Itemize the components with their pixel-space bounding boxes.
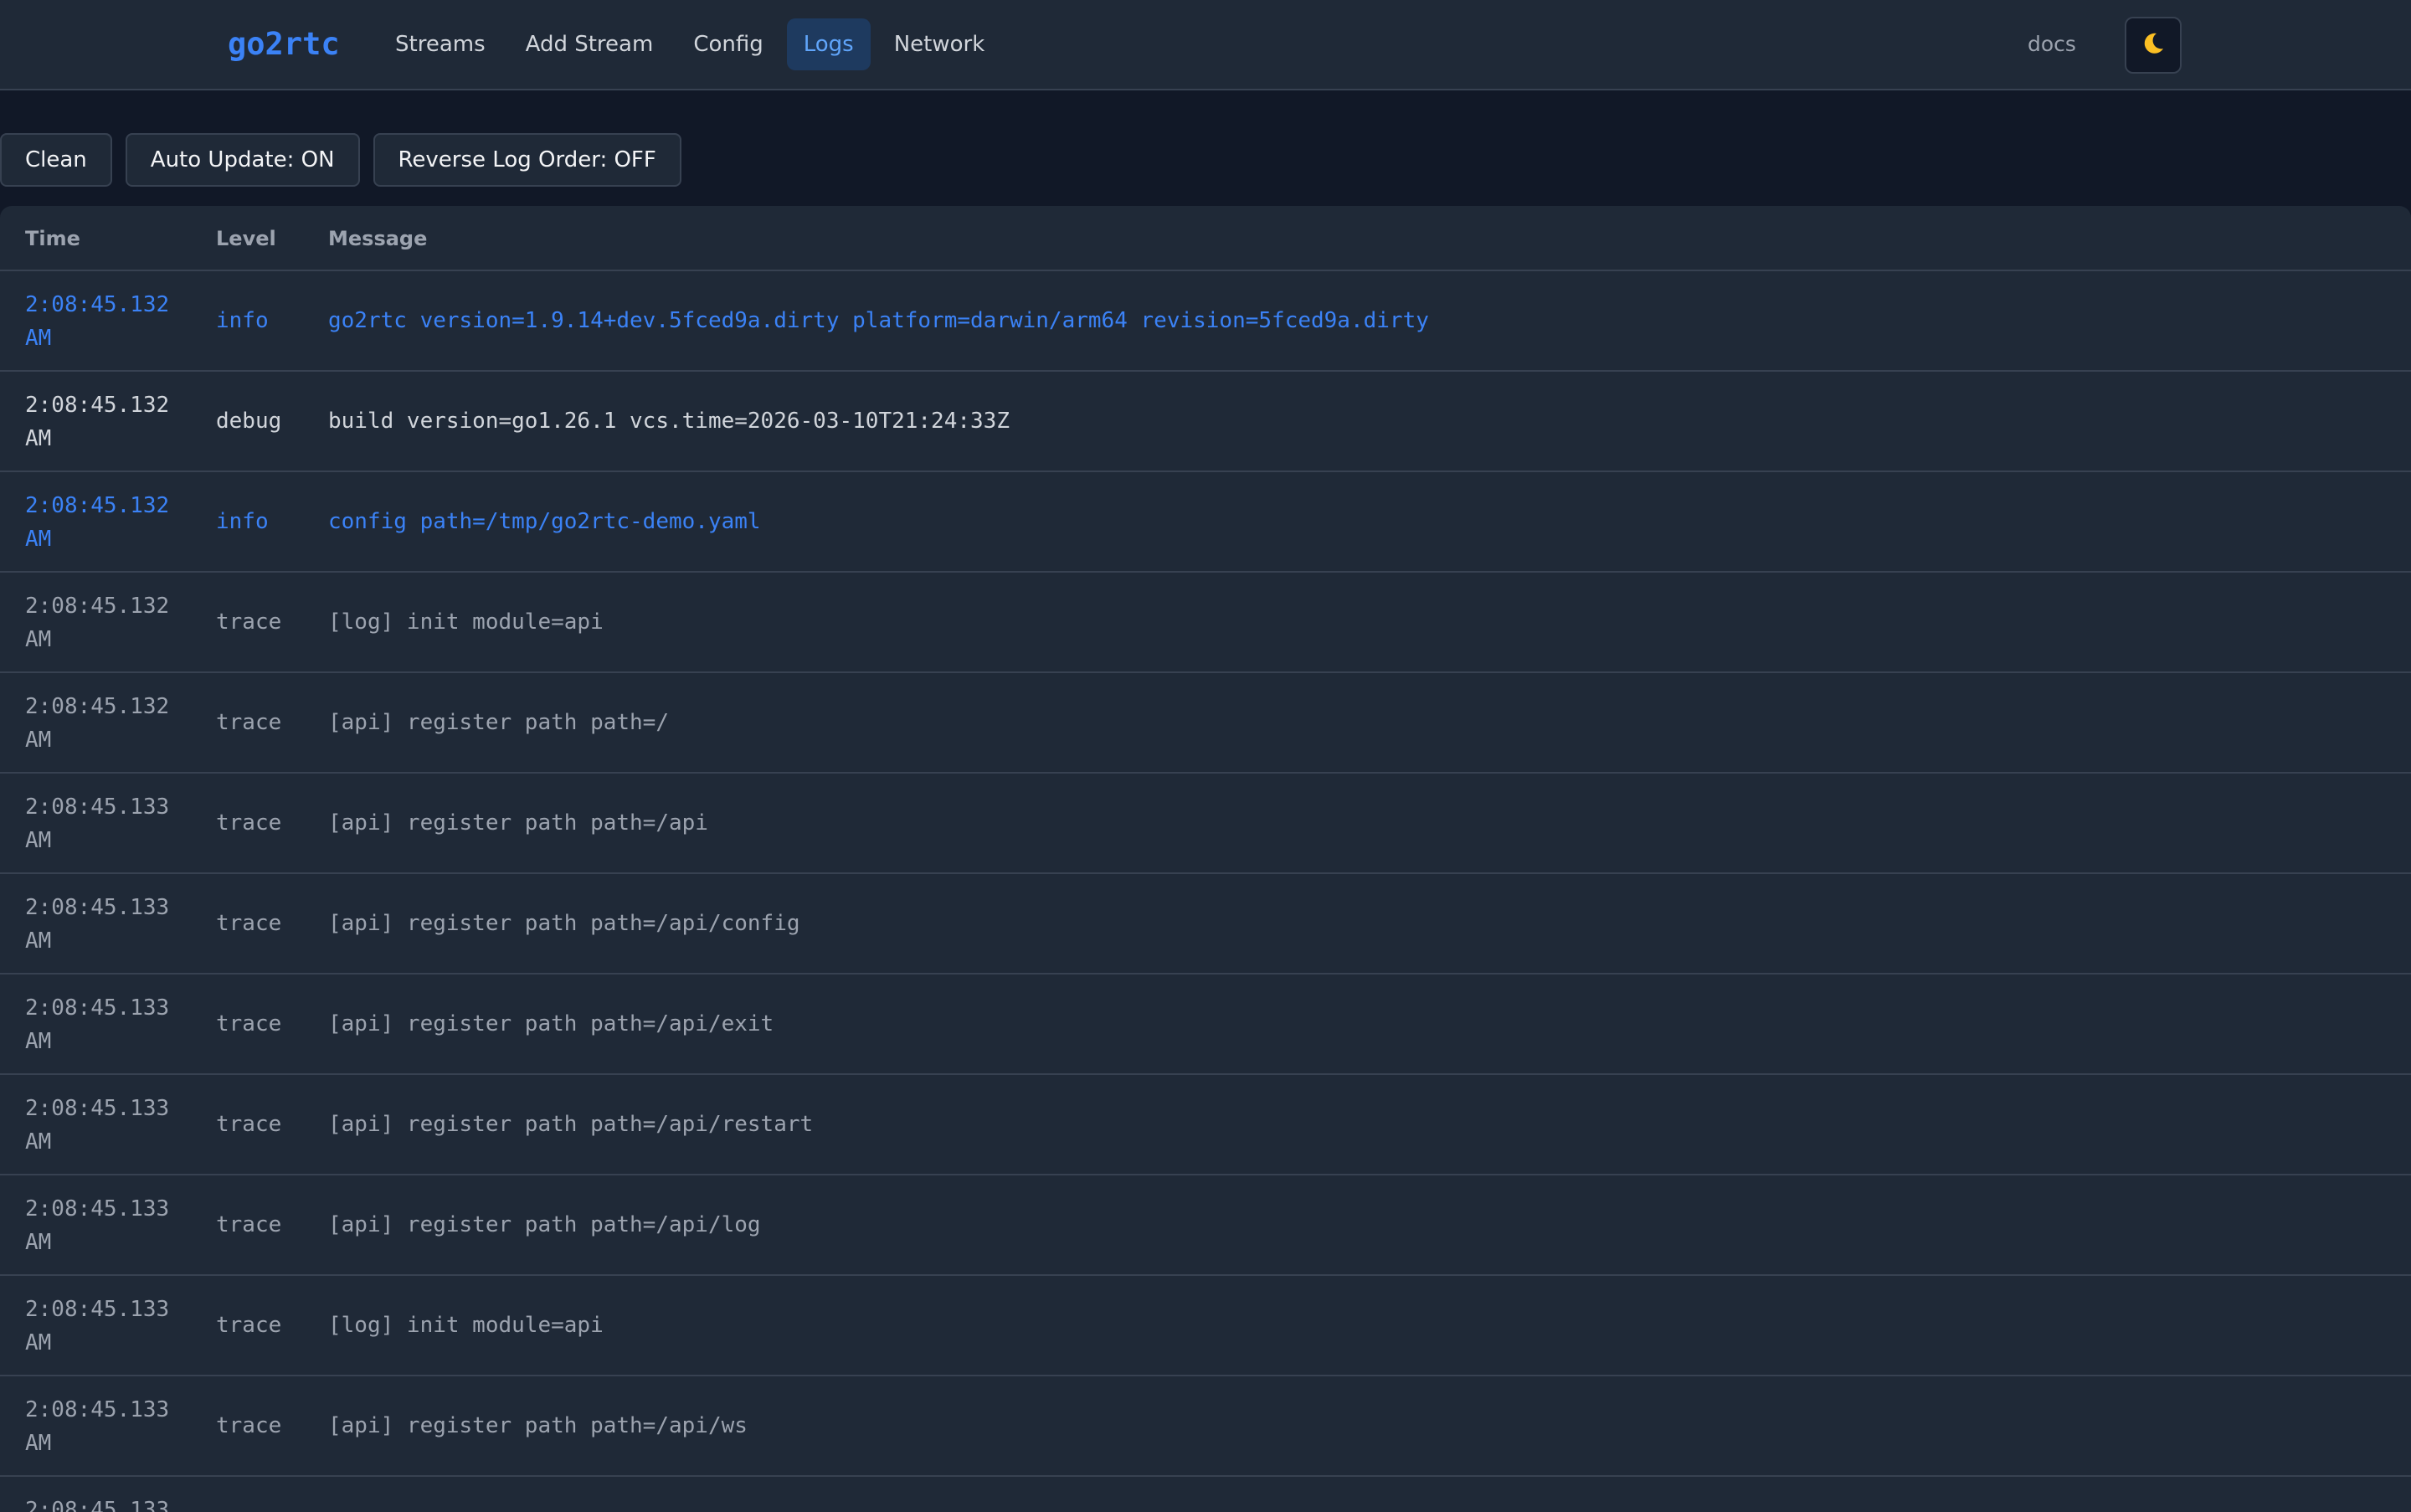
log-table: Time Level Message 2:08:45.132 AM info go2… bbox=[0, 206, 2411, 1512]
nav-config[interactable]: Config bbox=[676, 18, 779, 70]
log-level: trace bbox=[216, 1413, 282, 1438]
nav-logs[interactable]: Logs bbox=[786, 18, 871, 70]
log-time: 2:08:45.133 AM bbox=[25, 995, 170, 1054]
log-row: 2:08:45.133 AM trace [log] init module=api bbox=[0, 1276, 2411, 1376]
clean-button[interactable]: Clean bbox=[0, 133, 112, 187]
log-row: 2:08:45.133 AM trace [api] register path p… bbox=[0, 1376, 2411, 1477]
log-message: [api] register path path=/ bbox=[328, 710, 669, 735]
log-row: 2:08:45.132 AM trace [api] register path p… bbox=[0, 673, 2411, 774]
log-level: trace bbox=[216, 1212, 282, 1237]
log-time: 2:08:45.132 AM bbox=[25, 493, 170, 552]
log-time: 2:08:45.133 AM bbox=[25, 1297, 170, 1355]
log-level: trace bbox=[216, 911, 282, 936]
log-level: debug bbox=[216, 409, 282, 434]
main-nav: Streams Add Stream Config Logs Network bbox=[378, 18, 1001, 70]
top-navbar: go2rtc Streams Add Stream Config Logs Ne… bbox=[0, 0, 2411, 90]
log-time: 2:08:45.133 AM bbox=[25, 895, 170, 954]
log-time: 2:08:45.133 AM bbox=[25, 1196, 170, 1255]
log-row: 2:08:45.133 AM trace [api] register path p… bbox=[0, 1075, 2411, 1175]
log-row: 2:08:45.132 AM info config path=/tmp/go2rt… bbox=[0, 472, 2411, 573]
log-message: [api] register path path=/api/exit bbox=[328, 1011, 774, 1036]
log-row: 2:08:45.133 AM trace [api] register path p… bbox=[0, 874, 2411, 975]
log-time: 2:08:45.133 AM bbox=[25, 1397, 170, 1456]
log-level: trace bbox=[216, 810, 282, 836]
log-row: 2:08:45.132 AM info go2rtc version=1.9.14+… bbox=[0, 271, 2411, 372]
log-time: 2:08:45.132 AM bbox=[25, 594, 170, 652]
nav-add-stream[interactable]: Add Stream bbox=[509, 18, 671, 70]
log-toolbar: Clean Auto Update: ON Reverse Log Order:… bbox=[0, 133, 681, 187]
log-message: [api] register path path=/api/restart bbox=[328, 1112, 814, 1137]
log-level: trace bbox=[216, 710, 282, 735]
column-header-message: Message bbox=[328, 227, 428, 250]
log-time: 2:08:45.132 AM bbox=[25, 292, 170, 351]
nav-network[interactable]: Network bbox=[877, 18, 1002, 70]
column-header-level: Level bbox=[216, 227, 276, 250]
log-time: 2:08:45.132 AM bbox=[25, 393, 170, 451]
log-message: [api] register path path=/api/ws bbox=[328, 1413, 748, 1438]
log-table-header: Time Level Message bbox=[0, 206, 2411, 271]
nav-streams[interactable]: Streams bbox=[378, 18, 502, 70]
brand-logo[interactable]: go2rtc bbox=[228, 23, 340, 65]
docs-link[interactable]: docs bbox=[2028, 25, 2076, 64]
log-level: info bbox=[216, 308, 269, 333]
log-row: 2:08:45.133 AM trace [api] register path p… bbox=[0, 774, 2411, 874]
log-level: trace bbox=[216, 609, 282, 635]
log-time: 2:08:45.133 AM bbox=[25, 795, 170, 853]
column-header-time: Time bbox=[25, 227, 80, 250]
log-row: 2:08:45.133 AM trace [api] register path p… bbox=[0, 1175, 2411, 1276]
theme-toggle-button[interactable] bbox=[2125, 17, 2182, 74]
log-message: [log] init module=api bbox=[328, 1313, 604, 1338]
log-level: trace bbox=[216, 1112, 282, 1137]
log-message: go2rtc version=1.9.14+dev.5fced9a.dirty … bbox=[328, 308, 1429, 333]
log-level: info bbox=[216, 509, 269, 534]
moon-icon bbox=[2140, 30, 2167, 60]
log-message: [api] register path path=/api/log bbox=[328, 1212, 761, 1237]
log-table-body: 2:08:45.132 AM info go2rtc version=1.9.14+… bbox=[0, 271, 2411, 1512]
log-row: 2:08:45.133 AM trace [api] register path p… bbox=[0, 975, 2411, 1075]
log-time: 2:08:45.133 AM bbox=[25, 1498, 170, 1512]
log-message: config path=/tmp/go2rtc-demo.yaml bbox=[328, 509, 761, 534]
log-message: [api] register path path=/api/config bbox=[328, 911, 800, 936]
auto-update-toggle[interactable]: Auto Update: ON bbox=[125, 133, 360, 187]
log-row: 2:08:45.132 AM debug build version=go1.26.… bbox=[0, 372, 2411, 472]
log-level: trace bbox=[216, 1313, 282, 1338]
log-message: [api] register path path=/api bbox=[328, 810, 708, 836]
log-time: 2:08:45.132 AM bbox=[25, 694, 170, 753]
reverse-log-order-toggle[interactable]: Reverse Log Order: OFF bbox=[373, 133, 681, 187]
log-time: 2:08:45.133 AM bbox=[25, 1096, 170, 1155]
log-message: [log] init module=api bbox=[328, 609, 604, 635]
log-level: trace bbox=[216, 1011, 282, 1036]
log-message: build version=go1.26.1 vcs.time=2026-03-… bbox=[328, 409, 1010, 434]
log-row: 2:08:45.132 AM trace [log] init module=api bbox=[0, 573, 2411, 673]
